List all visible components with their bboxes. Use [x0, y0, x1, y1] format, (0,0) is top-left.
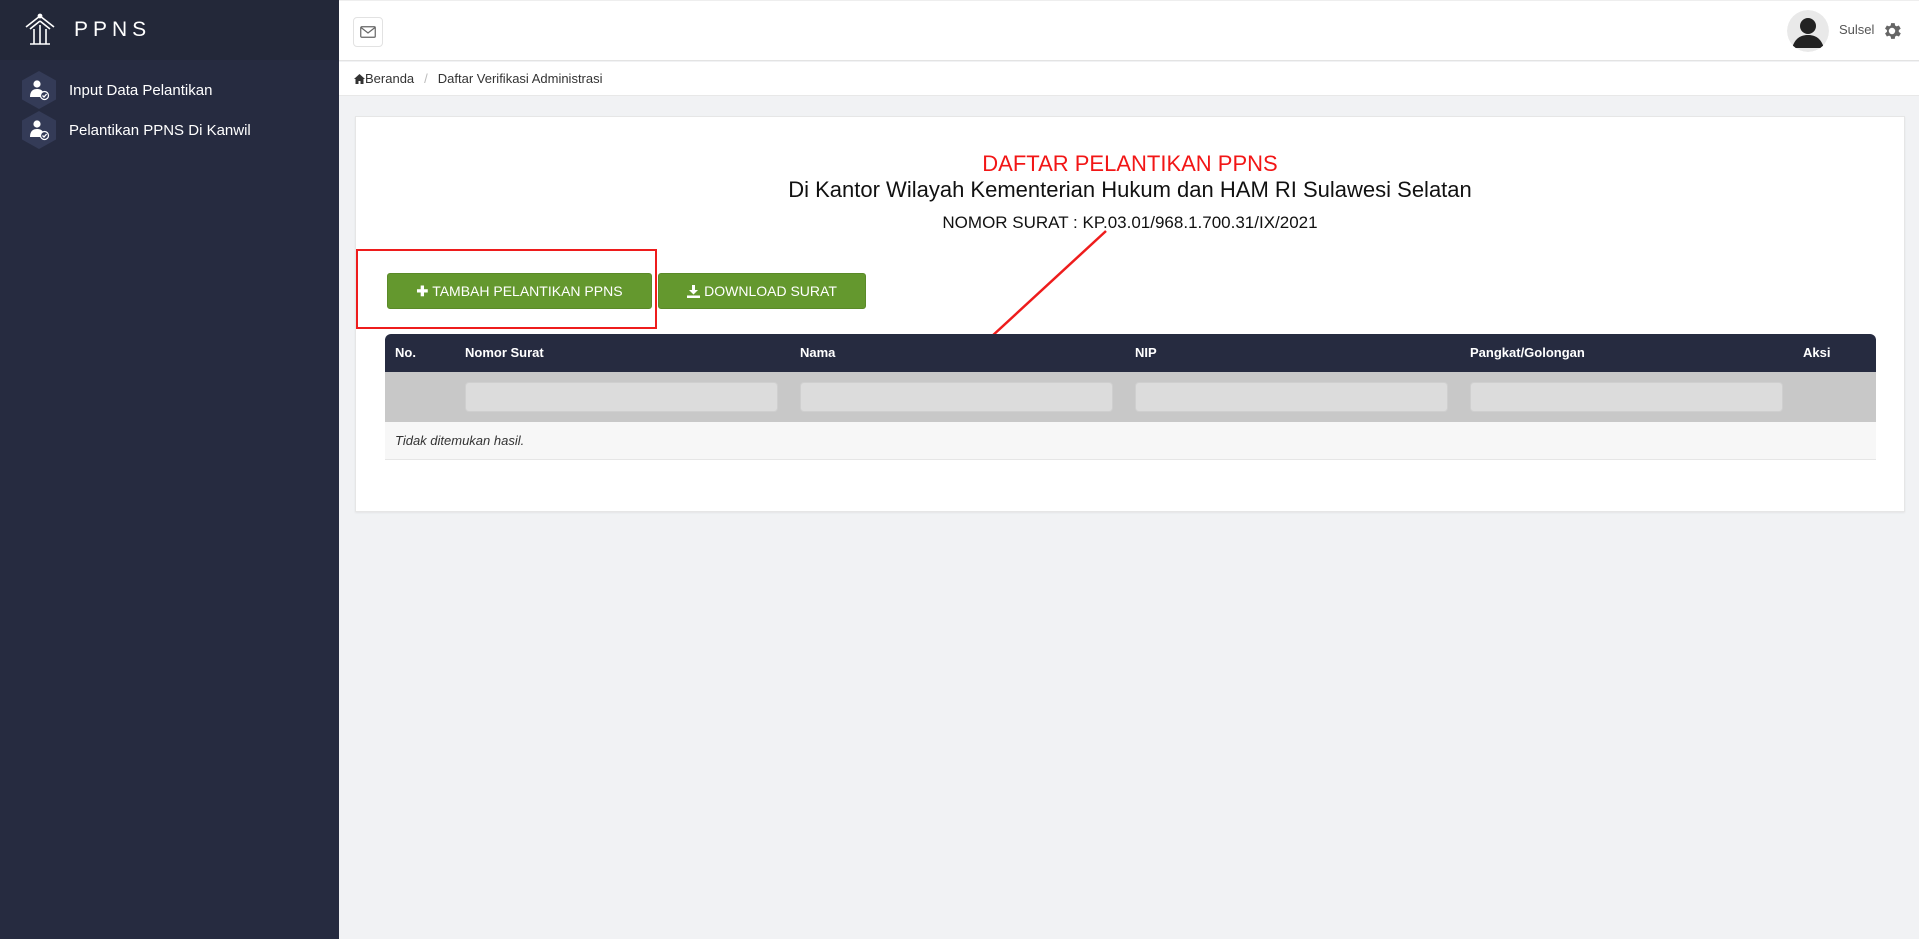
filter-pangkat-golongan-input[interactable] — [1470, 382, 1783, 412]
pelantikan-table: No. Nomor Surat Nama NIP Pangkat/Golonga… — [385, 334, 1876, 460]
column-header-nomor-surat[interactable]: Nomor Surat — [465, 345, 544, 360]
breadcrumb-current: Daftar Verifikasi Administrasi — [437, 71, 603, 86]
page-title: DAFTAR PELANTIKAN PPNS — [982, 151, 1278, 176]
user-check-icon — [22, 111, 56, 149]
empty-message: Tidak ditemukan hasil. — [395, 433, 525, 448]
topbar: Sulsel — [339, 0, 1919, 61]
filter-nama-input[interactable] — [800, 382, 1113, 412]
breadcrumb-home[interactable]: Beranda — [354, 71, 414, 86]
user-name[interactable]: Sulsel — [1839, 22, 1874, 37]
user-check-icon — [22, 71, 56, 109]
sidebar: PPNS Input Data Pelantikan Pelantikan PP… — [0, 0, 339, 939]
letter-number: NOMOR SURAT : KP.03.01/968.1.700.31/IX/2… — [942, 213, 1318, 232]
sidebar-menu: Input Data Pelantikan Pelantikan PPNS Di… — [0, 60, 339, 150]
sidebar-item-input-data-pelantikan[interactable]: Input Data Pelantikan — [0, 70, 339, 110]
main-card: DAFTAR PELANTIKAN PPNS Di Kantor Wilayah… — [355, 116, 1905, 512]
column-header-nip[interactable]: NIP — [1135, 345, 1157, 360]
download-surat-label: DOWNLOAD SURAT — [704, 283, 837, 299]
brand-title: PPNS — [74, 18, 152, 41]
page-subtitle: Di Kantor Wilayah Kementerian Hukum dan … — [788, 177, 1472, 202]
table-header: No. Nomor Surat Nama NIP Pangkat/Golonga… — [385, 334, 1876, 372]
user-avatar-icon — [1787, 10, 1829, 52]
table-row: Tidak ditemukan hasil. — [385, 422, 1876, 460]
brand[interactable]: PPNS — [0, 0, 339, 60]
avatar[interactable] — [1787, 10, 1829, 52]
breadcrumb-home-label: Beranda — [365, 71, 415, 86]
plus-icon: ✚ — [416, 282, 429, 299]
filter-nip-input[interactable] — [1135, 382, 1448, 412]
column-header-nama[interactable]: Nama — [800, 345, 835, 360]
gear-icon[interactable] — [1881, 20, 1903, 42]
home-icon — [354, 73, 365, 84]
breadcrumb-separator: / — [424, 71, 428, 86]
download-icon — [687, 284, 701, 298]
envelope-icon — [360, 26, 376, 38]
column-header-pangkat-golongan[interactable]: Pangkat/Golongan — [1470, 345, 1585, 360]
sidebar-item-pelantikan-ppns-di-kanwil[interactable]: Pelantikan PPNS Di Kanwil — [0, 110, 339, 150]
sidebar-item-label: Input Data Pelantikan — [69, 81, 213, 99]
add-pelantikan-label: TAMBAH PELANTIKAN PPNS — [432, 283, 623, 299]
download-surat-button[interactable]: DOWNLOAD SURAT — [658, 273, 866, 309]
add-pelantikan-button[interactable]: ✚ TAMBAH PELANTIKAN PPNS — [387, 273, 652, 309]
column-header-aksi: Aksi — [1803, 345, 1831, 360]
filter-row — [385, 372, 1876, 422]
filter-nomor-surat-input[interactable] — [465, 382, 778, 412]
ppns-logo-icon — [25, 13, 55, 45]
messages-button[interactable] — [353, 17, 383, 47]
sidebar-item-label: Pelantikan PPNS Di Kanwil — [69, 121, 251, 139]
breadcrumb: Beranda / Daftar Verifikasi Administrasi — [339, 62, 1919, 96]
column-header-no[interactable]: No. — [395, 345, 416, 360]
